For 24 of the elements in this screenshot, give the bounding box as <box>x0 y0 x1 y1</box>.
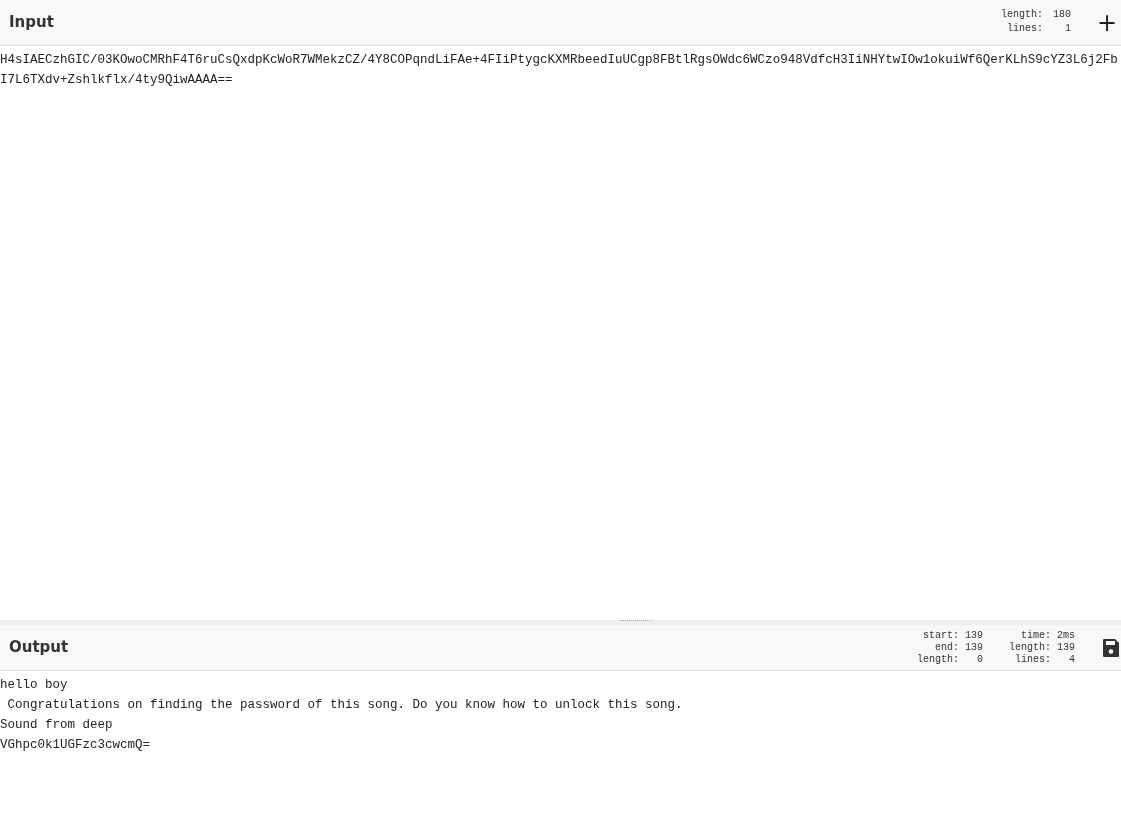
stat-value: 180 <box>1051 8 1071 22</box>
stat-value: 4 <box>1068 653 1075 666</box>
pane-title: Output <box>9 637 69 659</box>
stat-value: 2ms <box>1057 629 1075 642</box>
stat-label: start: <box>921 629 959 642</box>
stat-value: 0 <box>975 653 983 666</box>
output-line: hello boy <box>0 677 69 694</box>
output-line: Congratulations on finding the password of this song. Do you know how to unlock this song. <box>6 697 684 714</box>
stat-label: end: <box>933 641 959 654</box>
stat-label: length: <box>1000 8 1043 22</box>
stat-label: length: <box>916 653 959 666</box>
stat-label: lines: <box>1005 22 1043 36</box>
stat-value: 1 <box>1063 22 1071 36</box>
stat-label: time: <box>1019 629 1051 642</box>
output-line: VGhpc0k1UGFzc3cwcmQ= <box>0 737 152 754</box>
input-text[interactable]: H4sIAECzhGIC/03KOwoCMRhF4T6ruCsQxdpKcWoR7WMekzCZ/4Y8COPqndLiFAe+4FIiPtygcKXMRbeedIuUCgp8FBtlRgsOWdc6WCzo948VdfcH3IiNHYtwIOw1okuiWf6QerKLhS9cYZ3L6j2FbI7L6TXdv+Zshlkflx/4ty9QiwAAAA== <box>0 50 1121 90</box>
stat-label: length: <box>1007 641 1051 654</box>
add-button[interactable]: + <box>1092 10 1121 35</box>
stat-value: 139 <box>964 641 983 654</box>
stat-label: lines: <box>1013 653 1051 666</box>
output-line: Sound from deep <box>0 717 114 734</box>
stat-value: 139 <box>964 629 983 642</box>
stat-value: 139 <box>1057 641 1075 654</box>
pane-title: Input <box>9 12 54 34</box>
